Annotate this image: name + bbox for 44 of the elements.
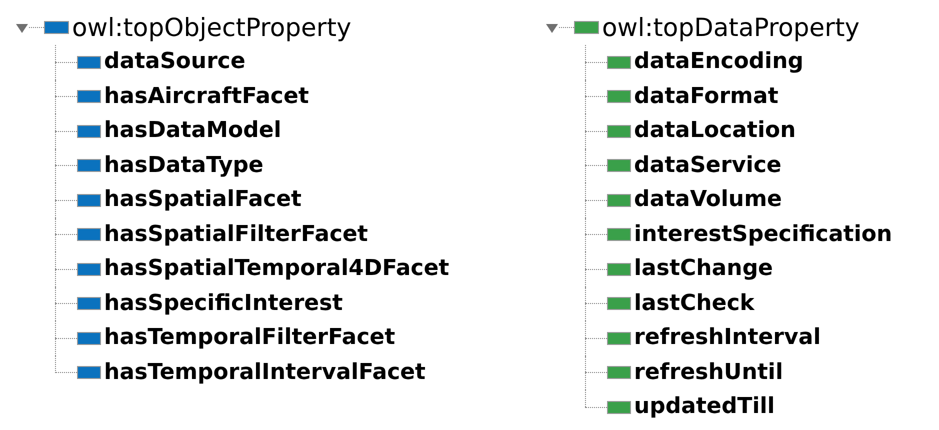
property-icon <box>77 262 101 276</box>
property-icon <box>77 228 101 242</box>
tree-item-label[interactable]: dataSource <box>104 51 246 74</box>
property-icon <box>607 297 631 310</box>
property-icon <box>607 400 631 414</box>
tree-item-label[interactable]: owl:topDataProperty <box>602 15 860 40</box>
tree-item-label[interactable]: lastCheck <box>634 292 754 315</box>
property-icon <box>77 332 101 345</box>
tree-item-label[interactable]: lastChange <box>634 258 773 280</box>
property-icon <box>607 262 631 276</box>
tree-item-label[interactable]: dataService <box>634 154 782 177</box>
tree-item-label[interactable]: interestSpecification <box>634 224 892 246</box>
property-icon <box>77 90 101 104</box>
tree-item-label[interactable]: refreshInterval <box>634 327 821 350</box>
tree-item-label[interactable]: dataEncoding <box>634 51 804 74</box>
tree-item-label[interactable]: hasDataType <box>104 154 264 177</box>
tree-item-label[interactable]: owl:topObjectProperty <box>72 15 352 40</box>
tree-item-label[interactable]: hasSpatialFacet <box>104 189 302 212</box>
property-icon <box>607 194 631 207</box>
property-icon <box>607 56 631 69</box>
property-icon <box>607 228 631 242</box>
tree-item-label[interactable]: hasSpatialTemporal4DFacet <box>104 258 450 280</box>
property-icon <box>607 159 631 172</box>
property-icon <box>77 194 101 207</box>
tree-item-label[interactable]: hasTemporalIntervalFacet <box>104 362 426 384</box>
tree-item-label[interactable]: dataVolume <box>634 189 782 212</box>
property-icon <box>607 124 631 138</box>
tree-item-label[interactable]: refreshUntil <box>634 362 783 384</box>
property-icon <box>77 297 101 310</box>
tree-item-label[interactable]: dataFormat <box>634 86 778 108</box>
property-icon <box>77 366 101 380</box>
tree-item-label[interactable]: hasSpecificInterest <box>104 292 343 315</box>
property-icon <box>607 90 631 104</box>
property-icon <box>77 124 101 138</box>
property-icon <box>77 56 101 69</box>
tree-item-label[interactable]: hasSpatialFilterFacet <box>104 224 368 246</box>
tree-item-label[interactable]: hasDataModel <box>104 120 282 142</box>
property-icon <box>607 366 631 380</box>
tree-item-label[interactable]: dataLocation <box>634 120 796 142</box>
tree-item-label[interactable]: updatedTill <box>634 396 775 418</box>
property-icon <box>77 159 101 172</box>
tree-item-label[interactable]: hasTemporalFilterFacet <box>104 327 396 350</box>
tree-item-label[interactable]: hasAircraftFacet <box>104 86 309 108</box>
property-icon <box>607 332 631 345</box>
